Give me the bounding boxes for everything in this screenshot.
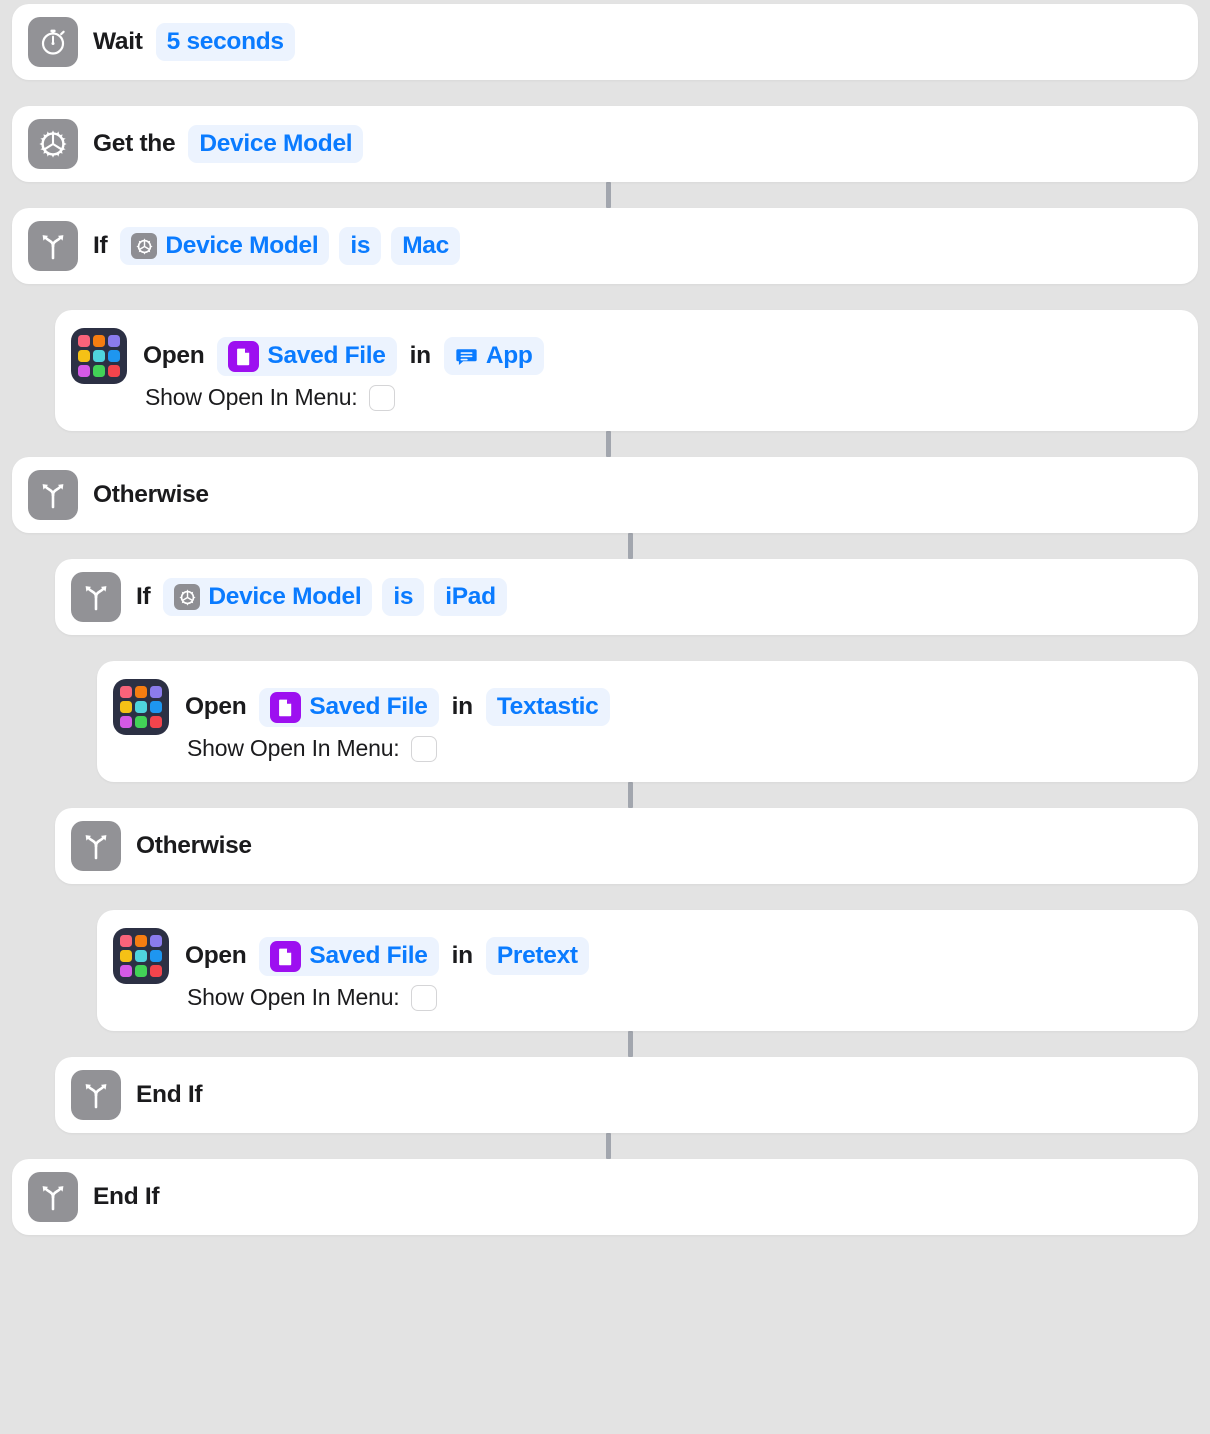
action-card-wait[interactable]: Wait 5 seconds	[12, 4, 1198, 80]
show-open-in-menu-checkbox[interactable]	[411, 984, 438, 1011]
flow-connector	[628, 533, 633, 559]
app-grid-icon	[113, 928, 169, 984]
card-gap	[0, 884, 1210, 910]
action-row: Wait 5 seconds	[12, 4, 1198, 80]
action-label: Open	[185, 693, 247, 720]
condition-variable-token[interactable]: Device Model	[163, 578, 373, 616]
card-gap	[0, 635, 1210, 661]
branch-icon	[71, 1070, 121, 1120]
branch-icon	[28, 470, 78, 520]
flow-connector	[606, 431, 611, 457]
action-label: Otherwise	[136, 832, 252, 859]
target-app-token[interactable]: Textastic	[485, 688, 610, 726]
target-app-token[interactable]: App	[443, 337, 544, 375]
branch-icon	[71, 572, 121, 622]
action-row: Open Saved File in Textastic	[97, 661, 1198, 735]
gear-icon	[28, 119, 78, 169]
action-row: Otherwise	[55, 808, 1198, 884]
show-open-in-menu-checkbox[interactable]	[411, 735, 438, 762]
connector-word: in	[451, 942, 473, 969]
target-app-label: App	[485, 342, 533, 370]
file-input-token[interactable]: Saved File	[259, 936, 439, 976]
action-card-open-in-app[interactable]: Open Saved File in App Show Open In Menu…	[55, 310, 1198, 431]
action-card-if-ipad[interactable]: If Device Model is iPad	[55, 559, 1198, 635]
action-card-end-if-outer[interactable]: End If	[12, 1159, 1198, 1235]
show-open-in-menu-checkbox[interactable]	[369, 384, 396, 411]
action-row: Otherwise	[12, 457, 1198, 533]
condition-variable-token[interactable]: Device Model	[120, 227, 330, 265]
action-row: End If	[12, 1159, 1198, 1235]
parameter-label: Show Open In Menu:	[187, 984, 400, 1010]
file-input-label: Saved File	[267, 342, 386, 370]
action-row: If	[55, 559, 1198, 635]
gear-chip-icon	[131, 233, 158, 259]
action-card-open-in-textastic[interactable]: Open Saved File in Textastic Show Open I…	[97, 661, 1198, 782]
action-label: Open	[143, 342, 205, 369]
shortcut-action-list: Wait 5 seconds Get the Device Model If D…	[0, 0, 1210, 1434]
document-chip-icon	[228, 340, 260, 372]
action-card-open-in-pretext[interactable]: Open Saved File in Pretext Show Open In …	[97, 910, 1198, 1031]
condition-operator-token[interactable]: is	[339, 227, 382, 265]
action-label: Wait	[93, 28, 143, 55]
card-gap	[0, 80, 1210, 106]
condition-variable-label: Device Model	[165, 232, 319, 260]
target-app-token[interactable]: Pretext	[485, 937, 589, 975]
app-grid-icon	[71, 328, 127, 384]
file-input-label: Saved File	[309, 942, 428, 970]
wait-duration-token[interactable]: 5 seconds	[155, 23, 295, 61]
connector-word: in	[451, 693, 473, 720]
parameter-row: Show Open In Menu:	[55, 384, 1198, 431]
action-row: Open Saved File in App	[55, 310, 1198, 384]
condition-value-token[interactable]: Mac	[391, 227, 460, 265]
parameter-row: Show Open In Menu:	[97, 984, 1198, 1031]
action-card-otherwise-outer[interactable]: Otherwise	[12, 457, 1198, 533]
file-input-label: Saved File	[309, 693, 428, 721]
action-label: Get the	[93, 130, 176, 157]
action-row: Get the Device Model	[12, 106, 1198, 182]
flow-connector	[606, 182, 611, 208]
branch-icon	[28, 1172, 78, 1222]
flow-connector	[628, 782, 633, 808]
condition-operator-token[interactable]: is	[382, 578, 425, 616]
document-chip-icon	[270, 691, 302, 723]
stopwatch-icon	[28, 17, 78, 67]
app-grid-icon	[113, 679, 169, 735]
action-label: If	[136, 583, 151, 610]
device-detail-token[interactable]: Device Model	[188, 125, 364, 163]
action-label: Open	[185, 942, 247, 969]
branch-icon	[28, 221, 78, 271]
parameter-label: Show Open In Menu:	[187, 735, 400, 761]
message-bubble-icon	[455, 345, 478, 368]
file-input-token[interactable]: Saved File	[259, 687, 439, 727]
action-card-end-if-inner[interactable]: End If	[55, 1057, 1198, 1133]
condition-value-token[interactable]: iPad	[434, 578, 507, 616]
branch-icon	[71, 821, 121, 871]
action-row: If	[12, 208, 1198, 284]
action-label: End If	[136, 1081, 203, 1108]
action-label: Otherwise	[93, 481, 209, 508]
parameter-row: Show Open In Menu:	[97, 735, 1198, 782]
flow-connector	[628, 1031, 633, 1057]
action-label: End If	[93, 1183, 160, 1210]
parameter-label: Show Open In Menu:	[145, 384, 358, 410]
condition-variable-label: Device Model	[208, 583, 362, 611]
card-gap	[0, 284, 1210, 310]
gear-chip-icon	[174, 584, 201, 610]
flow-connector	[606, 1133, 611, 1159]
action-card-get-device-details[interactable]: Get the Device Model	[12, 106, 1198, 182]
document-chip-icon	[270, 940, 302, 972]
action-row: End If	[55, 1057, 1198, 1133]
action-card-otherwise-inner[interactable]: Otherwise	[55, 808, 1198, 884]
action-card-if-mac[interactable]: If Device Model is Mac	[12, 208, 1198, 284]
action-label: If	[93, 232, 108, 259]
connector-word: in	[409, 342, 431, 369]
action-row: Open Saved File in Pretext	[97, 910, 1198, 984]
file-input-token[interactable]: Saved File	[217, 336, 397, 376]
